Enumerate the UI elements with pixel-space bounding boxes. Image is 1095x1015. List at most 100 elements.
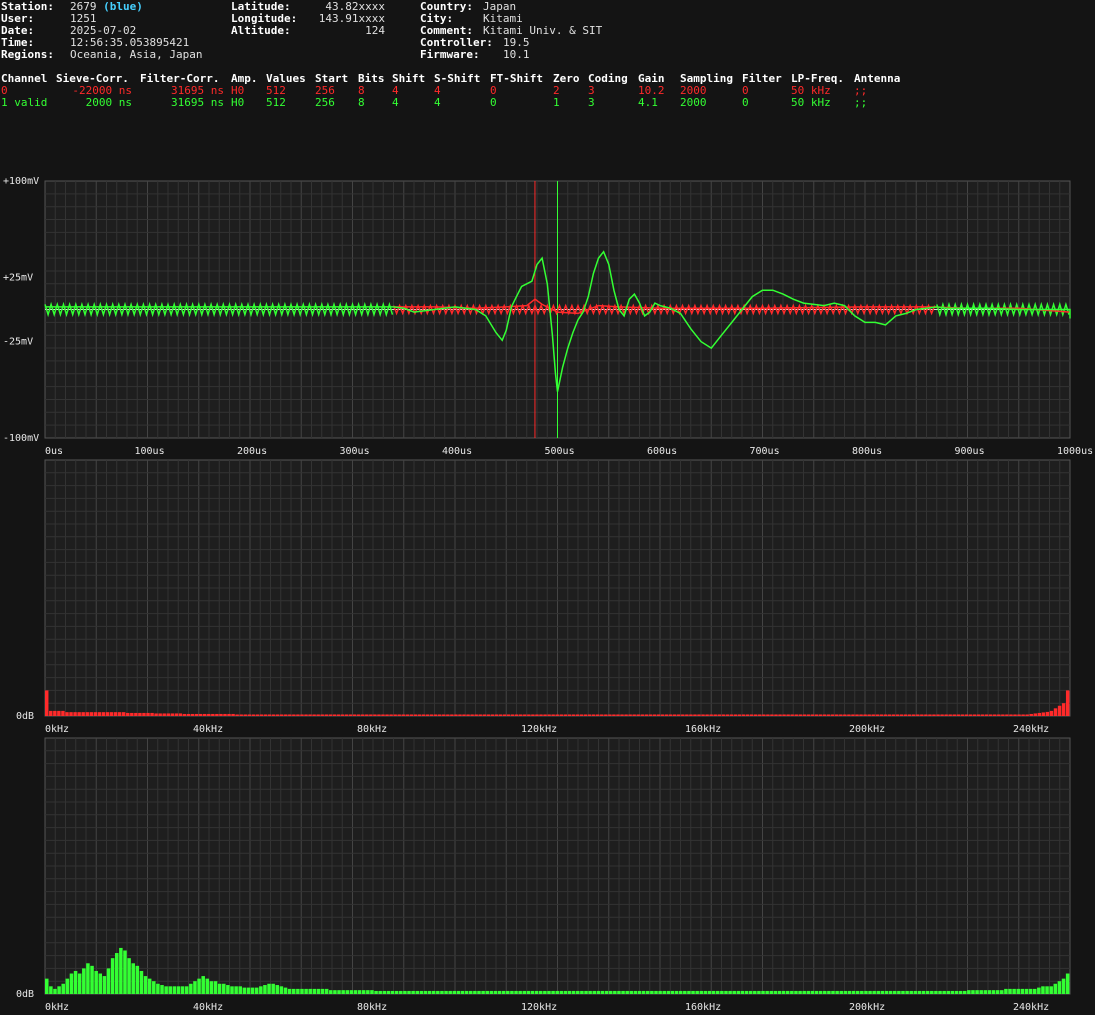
- spectrum-bar: [207, 713, 211, 716]
- spectrum-bar: [899, 714, 904, 716]
- spectrum-bar: [209, 981, 214, 994]
- spectrum-bar: [205, 978, 210, 994]
- spectrum-bar: [333, 990, 337, 994]
- spectrum-bar: [255, 714, 260, 716]
- spectrum-bar: [316, 988, 321, 994]
- spectrum-bar: [436, 990, 440, 994]
- spectrum-bar: [580, 990, 584, 994]
- spectrum-bar: [1065, 973, 1070, 994]
- spectrum-bar: [49, 710, 53, 716]
- spectrum-bar: [868, 990, 872, 994]
- spectrum-bar: [703, 990, 708, 994]
- x-tick-label: 100us: [135, 446, 165, 457]
- spectrum-bar: [891, 714, 896, 716]
- spectrum-bar: [600, 714, 604, 716]
- spectrum-bar: [498, 714, 503, 716]
- spectrum-bar: [316, 714, 320, 716]
- spectrum-bar: [678, 990, 683, 994]
- spectrum-bar: [349, 990, 354, 994]
- spectrum-bar: [164, 986, 168, 994]
- spectrum-bar: [77, 973, 82, 994]
- spectrum-bar: [300, 714, 304, 716]
- spectrum-bar: [814, 714, 819, 716]
- spectrum-bar: [275, 714, 280, 716]
- spectrum-bar: [57, 986, 61, 994]
- spectrum-bar: [777, 990, 782, 994]
- spectrum-bar: [778, 714, 782, 716]
- spectrum-bar: [975, 990, 979, 994]
- spectrum-bar: [450, 714, 454, 716]
- spectrum-bar: [785, 990, 790, 994]
- spectrum-bar: [304, 988, 308, 994]
- spectrum-bar: [830, 714, 835, 716]
- spectrum-bar: [1049, 710, 1054, 716]
- spectrum-bar: [292, 714, 296, 716]
- spectrum-bar: [798, 714, 803, 716]
- spectrum-bar: [559, 990, 564, 994]
- spectrum-bar: [324, 988, 329, 994]
- spectrum-bar: [1037, 712, 1042, 716]
- spectrum-bar: [530, 990, 535, 994]
- spectrum-bar: [506, 990, 510, 994]
- spectrum-bar: [502, 714, 507, 716]
- spectrum-bar: [1001, 714, 1005, 716]
- spectrum-bar: [328, 714, 333, 716]
- spectrum-bar: [1016, 988, 1021, 994]
- spectrum-bar: [736, 990, 741, 994]
- x-tick-label: 600us: [647, 446, 677, 457]
- spectrum-bar: [85, 712, 89, 716]
- spectrum-bar: [600, 990, 605, 994]
- spectrum-bar: [1061, 703, 1066, 716]
- spectrum-bar: [646, 990, 650, 994]
- spectrum-bar: [633, 990, 638, 994]
- spectrum-bar: [374, 990, 378, 994]
- spectrum-bar: [324, 714, 328, 716]
- spectrum-bar: [433, 714, 438, 716]
- spectrum-bar: [855, 990, 860, 994]
- spectrum-bar: [407, 990, 411, 994]
- spectrum-bar: [178, 713, 183, 716]
- spectrum-bar: [190, 713, 195, 716]
- spectrum-bar: [592, 990, 597, 994]
- spectrum-bar: [89, 712, 94, 716]
- spectrum-bar: [1033, 713, 1037, 716]
- spectrum-bar: [518, 990, 522, 994]
- y-tick-label: -100mV: [3, 433, 39, 444]
- spectrum-bar: [917, 990, 922, 994]
- spectrum-bar: [1057, 705, 1062, 716]
- spectrum-bar: [847, 990, 852, 994]
- spectrum-bar: [711, 990, 716, 994]
- spectrum-bar: [417, 714, 422, 716]
- spectrum-bar: [608, 714, 612, 716]
- spectrum-bar: [466, 714, 470, 716]
- spectrum-bar: [770, 714, 774, 716]
- freq-tick-label: 240kHz: [1013, 1002, 1049, 1013]
- spectrum-bar: [745, 714, 750, 716]
- spectrum-bar: [501, 990, 506, 994]
- spectrum-bar: [394, 990, 399, 994]
- spectrum-bar: [591, 714, 596, 716]
- spectrum-bar: [660, 714, 665, 716]
- spectrum-bar: [1025, 714, 1029, 716]
- spectrum-bar: [381, 714, 385, 716]
- spectrum-bar: [1065, 690, 1070, 716]
- spectrum-bar: [469, 990, 473, 994]
- spectrum-bar: [510, 990, 514, 994]
- spectrum-bar: [942, 990, 946, 994]
- spectrum-bar: [535, 714, 539, 716]
- y-tick-label: +25mV: [3, 272, 33, 283]
- spectrum-bar: [345, 990, 350, 994]
- spectrum-bar: [247, 714, 252, 716]
- spectrum-bar: [794, 990, 798, 994]
- y-tick-label: -25mV: [3, 337, 33, 348]
- spectrum-bar: [329, 990, 333, 994]
- spectrum-bar: [691, 990, 695, 994]
- spectrum-bar: [707, 990, 712, 994]
- spectrum-bar: [442, 714, 446, 716]
- spectrum-bar: [871, 714, 875, 716]
- spectrum-bar: [952, 714, 956, 716]
- spectrum-bar: [283, 987, 288, 994]
- spectrum-bar: [1061, 978, 1066, 994]
- spectrum-bar: [223, 713, 227, 716]
- spectrum-bar: [506, 714, 511, 716]
